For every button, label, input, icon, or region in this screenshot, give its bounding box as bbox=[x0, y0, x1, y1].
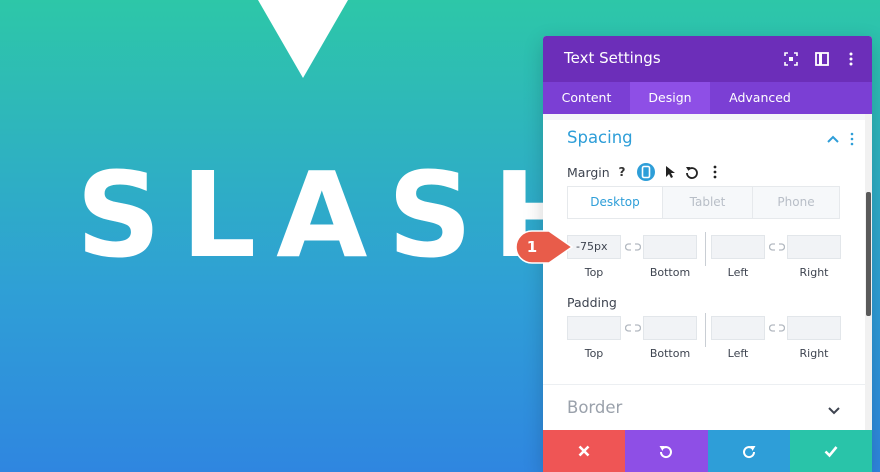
link-icon[interactable] bbox=[625, 242, 641, 252]
hero-text: SLASH bbox=[76, 146, 612, 284]
field-divider bbox=[705, 313, 706, 347]
tab-content[interactable]: Content bbox=[543, 82, 630, 114]
section-divider bbox=[543, 114, 872, 120]
cursor-icon[interactable] bbox=[662, 164, 678, 180]
margin-bottom-caption: Bottom bbox=[649, 266, 691, 279]
cancel-button[interactable] bbox=[543, 430, 626, 472]
split-view-icon[interactable] bbox=[814, 51, 830, 67]
device-tab-phone[interactable]: Phone bbox=[753, 187, 839, 218]
device-tab-tablet[interactable]: Tablet bbox=[663, 187, 753, 218]
padding-left-input[interactable] bbox=[711, 316, 765, 340]
padding-right-input[interactable] bbox=[787, 316, 841, 340]
margin-top-input[interactable]: -75px bbox=[567, 235, 621, 259]
margin-top-caption: Top bbox=[584, 266, 604, 279]
device-tab-desktop[interactable]: Desktop bbox=[568, 187, 663, 218]
chevron-up-icon[interactable] bbox=[827, 134, 839, 144]
undo-icon bbox=[659, 446, 673, 459]
check-icon bbox=[824, 446, 838, 458]
focus-icon[interactable] bbox=[783, 51, 799, 67]
spacing-section-title[interactable]: Spacing bbox=[567, 128, 633, 147]
panel-tabs: Content Design Advanced bbox=[543, 82, 872, 114]
padding-label: Padding bbox=[567, 295, 617, 310]
field-divider bbox=[705, 232, 706, 266]
link-icon[interactable] bbox=[769, 242, 785, 252]
margin-label: Margin bbox=[567, 165, 610, 180]
padding-left-caption: Left bbox=[727, 347, 749, 360]
padding-top-caption: Top bbox=[584, 347, 604, 360]
link-icon[interactable] bbox=[625, 323, 641, 333]
panel-body: Spacing Margin ? Desktop Tablet Phone -7… bbox=[543, 114, 872, 430]
more-vertical-icon[interactable] bbox=[848, 132, 856, 146]
border-section-title[interactable]: Border bbox=[567, 398, 622, 417]
panel-title: Text Settings bbox=[564, 49, 661, 67]
padding-bottom-input[interactable] bbox=[643, 316, 697, 340]
more-vertical-icon[interactable] bbox=[843, 51, 859, 67]
close-icon bbox=[578, 445, 590, 457]
save-button[interactable] bbox=[789, 430, 872, 472]
action-bar bbox=[543, 430, 872, 472]
reset-icon[interactable] bbox=[684, 164, 700, 180]
scrollbar-thumb[interactable] bbox=[866, 192, 871, 316]
annotation-number: 1 bbox=[526, 238, 538, 256]
more-vertical-icon[interactable] bbox=[707, 164, 723, 180]
help-icon[interactable]: ? bbox=[614, 164, 630, 180]
margin-left-input[interactable] bbox=[711, 235, 765, 259]
margin-left-caption: Left bbox=[727, 266, 749, 279]
padding-right-caption: Right bbox=[799, 347, 829, 360]
undo-button[interactable] bbox=[625, 430, 708, 472]
margin-right-caption: Right bbox=[799, 266, 829, 279]
padding-top-input[interactable] bbox=[567, 316, 621, 340]
device-tabs: Desktop Tablet Phone bbox=[567, 186, 840, 219]
text-settings-panel: Text Settings Content Design Advanced Sp… bbox=[543, 36, 872, 472]
margin-right-input[interactable] bbox=[787, 235, 841, 259]
link-icon[interactable] bbox=[769, 323, 785, 333]
margin-bottom-input[interactable] bbox=[643, 235, 697, 259]
responsive-icon[interactable] bbox=[637, 163, 655, 181]
redo-button[interactable] bbox=[707, 430, 790, 472]
tab-design[interactable]: Design bbox=[630, 82, 710, 114]
redo-icon bbox=[742, 446, 755, 459]
section-divider bbox=[543, 384, 872, 385]
chevron-down-icon[interactable] bbox=[828, 406, 840, 415]
triangle-shape bbox=[258, 0, 348, 78]
panel-header: Text Settings bbox=[543, 36, 872, 82]
tab-advanced[interactable]: Advanced bbox=[710, 82, 810, 114]
padding-bottom-caption: Bottom bbox=[649, 347, 691, 360]
